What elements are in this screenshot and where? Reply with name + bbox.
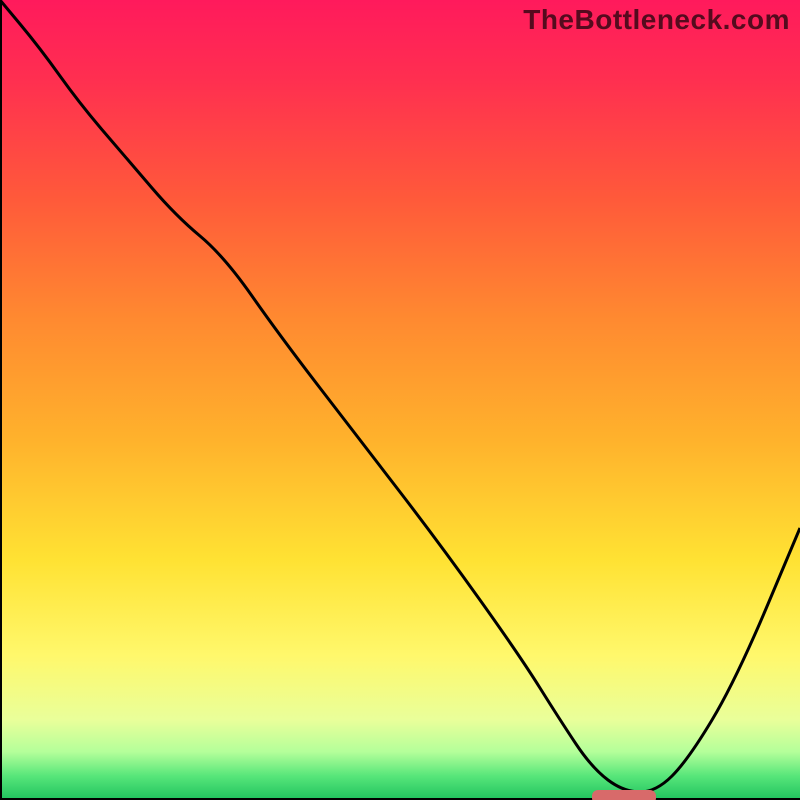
axis-frame (1, 0, 800, 799)
optimal-zone-marker (592, 790, 656, 800)
chart-svg (0, 0, 800, 800)
chart-container: TheBottleneck.com (0, 0, 800, 800)
bottleneck-curve (0, 0, 800, 792)
